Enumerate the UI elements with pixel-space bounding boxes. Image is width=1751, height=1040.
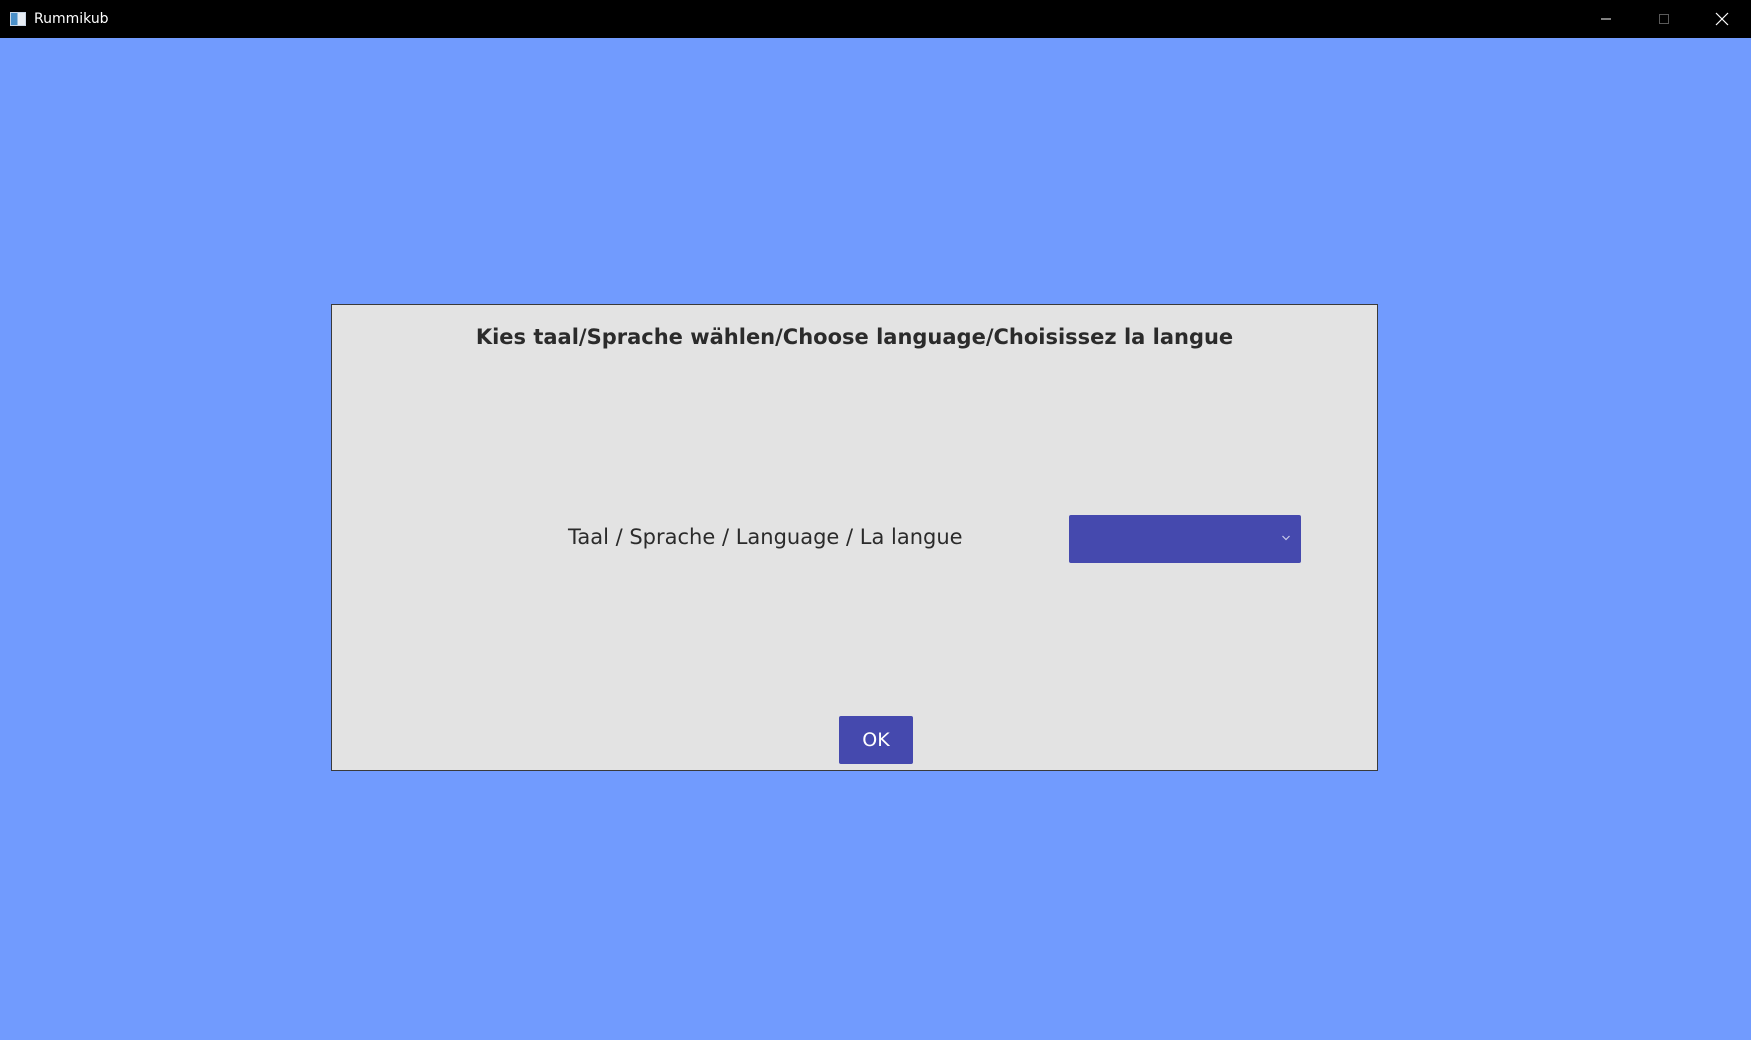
window-controls	[1577, 0, 1751, 38]
language-select[interactable]	[1069, 515, 1301, 563]
close-button[interactable]	[1693, 0, 1751, 38]
maximize-icon	[1659, 14, 1669, 24]
window-title: Rummikub	[34, 11, 109, 27]
minimize-icon	[1601, 18, 1611, 20]
maximize-button[interactable]	[1635, 0, 1693, 38]
chevron-down-icon	[1282, 535, 1290, 541]
app-window-icon	[10, 12, 26, 26]
language-label: Taal / Sprache / Language / La langue	[568, 525, 963, 549]
app-window: Rummikub Kies taal/Sprache wählen/Choose…	[0, 0, 1751, 1040]
title-bar: Rummikub	[0, 0, 1751, 38]
dialog-title: Kies taal/Sprache wählen/Choose language…	[475, 325, 1234, 349]
close-icon	[1715, 12, 1729, 26]
language-dialog: Kies taal/Sprache wählen/Choose language…	[331, 304, 1378, 771]
ok-button[interactable]: OK	[839, 716, 913, 764]
minimize-button[interactable]	[1577, 0, 1635, 38]
